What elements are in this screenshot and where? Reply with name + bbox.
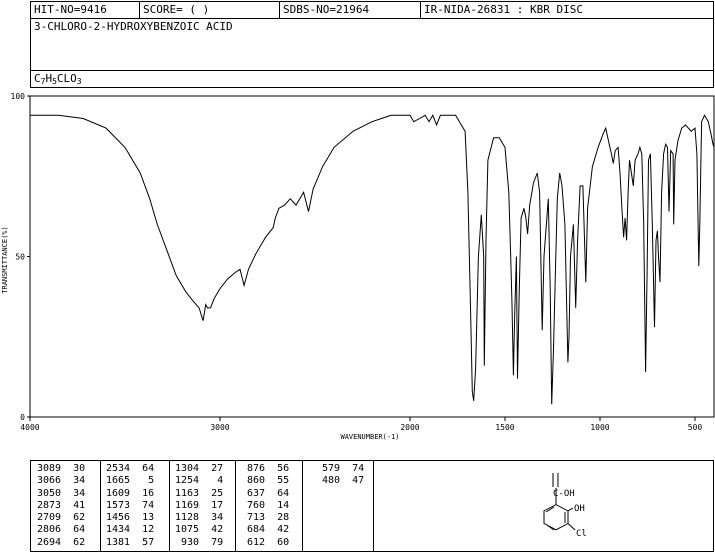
cl-label: Cl (576, 529, 587, 539)
molecule-structure: C-OH OH Cl (543, 473, 587, 539)
peak-entry: 1254 4 (175, 475, 224, 487)
peak-entry: 1665 5 (106, 475, 155, 487)
peak-entry: 1169 17 (175, 499, 224, 511)
x-tick-label: 1500 (495, 423, 514, 432)
peak-column: 579 74 480 47 (316, 463, 364, 488)
peak-column: 3089 30 3066 34 3050 34 2873 41 2709 62 2806 … (37, 463, 85, 549)
peak-entry: 1573 74 (106, 499, 155, 511)
peak-entry: 612 60 (241, 536, 290, 548)
peak-entry: 2534 64 (106, 463, 155, 474)
peak-column: 1304 27 1254 4 1163 25 1169 17 1128 34 1075 4… (175, 463, 223, 549)
peak-entry: 713 28 (241, 512, 290, 524)
peak-entry: 1609 16 (106, 487, 155, 499)
peak-entry: 2873 41 (37, 499, 86, 511)
oh-label: OH (574, 504, 585, 514)
peak-entry: 2709 62 (37, 512, 86, 524)
y-tick-label: 100 (11, 92, 26, 101)
peak-entry: 1434 12 (106, 524, 155, 536)
peak-table: 3089 30 3066 34 3050 34 2873 41 2709 62 2806 … (30, 460, 714, 552)
peak-entry: 860 55 (241, 475, 290, 487)
peak-entry: 876 56 (241, 463, 290, 474)
peak-entry: 480 47 (316, 475, 365, 487)
plot-frame (29, 95, 715, 418)
peak-entry: 637 64 (241, 487, 290, 499)
peak-entry: 1128 34 (175, 512, 224, 524)
peak-entry: 1381 57 (106, 536, 155, 548)
peak-entry: 3050 34 (37, 487, 86, 499)
x-tick-label: 4000 (20, 423, 39, 432)
x-tick-label: 500 (688, 423, 703, 432)
peak-entry: 2694 62 (37, 536, 86, 548)
ir-spectrum-chart: 4000 3000 2000 1500 1000 500100500 TRANSMITTA… (1, 92, 715, 441)
peak-entry: 684 42 (241, 524, 290, 536)
peak-entry: 3089 30 (37, 463, 86, 474)
y-tick-label: 0 (20, 413, 25, 422)
peak-entry: 1304 27 (175, 463, 224, 474)
peak-entry: 1163 25 (175, 487, 224, 499)
x-tick-label: 3000 (210, 423, 229, 432)
y-axis-label: TRANSMITTANCE(%) (1, 226, 9, 293)
peak-entry: 2806 64 (37, 524, 86, 536)
x-tick-label: 1000 (590, 423, 609, 432)
peak-entry: 1456 13 (106, 512, 155, 524)
peak-entry: 760 14 (241, 499, 290, 511)
peak-entry: 579 74 (316, 463, 365, 474)
peak-column: 2534 64 1665 5 1609 16 1573 74 1456 13 1434 1… (106, 463, 154, 549)
peak-entry: 3066 34 (37, 475, 86, 487)
cooh-label: C-OH (553, 489, 575, 499)
peak-entry: 1075 42 (175, 524, 224, 536)
y-tick-label: 50 (15, 253, 25, 262)
peak-entry: 930 79 (175, 536, 224, 548)
x-tick-label: 2000 (400, 423, 419, 432)
spectrum-line (30, 114, 715, 405)
peak-column: 876 56 860 55 637 64 760 14 713 28 684 4… (241, 463, 289, 549)
x-axis-label: WAVENUMBER(-1) (340, 433, 399, 441)
